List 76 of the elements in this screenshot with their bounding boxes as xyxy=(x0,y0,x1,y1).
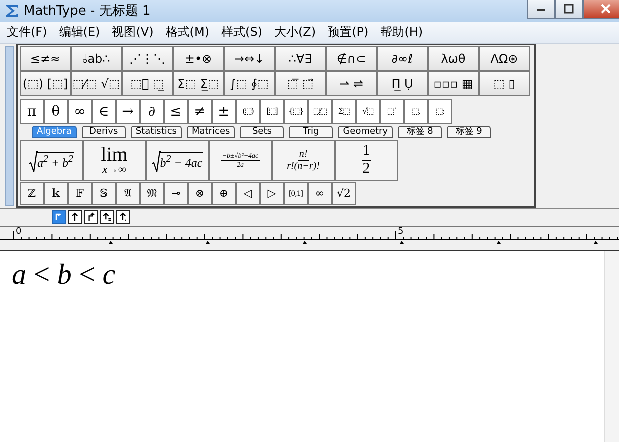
symbol-button[interactable]: ⊗ xyxy=(188,182,212,205)
symbol-button[interactable]: Σ̇⬚ xyxy=(332,99,356,124)
symbol-button[interactable]: ⬚⁄⬚ xyxy=(308,99,332,124)
symbol-button[interactable]: ∈ xyxy=(92,99,116,124)
symbol-palette-button[interactable]: ≤≠≈ xyxy=(20,46,71,71)
equation: a < b < c xyxy=(12,259,116,291)
template-palette-button[interactable]: Π̲ Ụ xyxy=(377,71,428,96)
menu-item[interactable]: 文件(F) xyxy=(3,24,56,41)
palette-tab[interactable]: 标签 8 xyxy=(398,126,442,138)
template-palette-button[interactable]: ▫▫▫ ▦ xyxy=(428,71,479,96)
symbol-palette-button[interactable]: ⫰ab∴ xyxy=(71,46,122,71)
symbol-button[interactable]: √⬚ xyxy=(356,99,380,124)
symbol-button[interactable]: 𝔄 xyxy=(116,182,140,205)
ruler-label: 0 xyxy=(16,227,22,237)
symbol-palette-button[interactable]: ∂∞ℓ xyxy=(377,46,428,71)
symbol-palette-button[interactable]: ∉∩⊂ xyxy=(326,46,377,71)
symbol-button[interactable]: π xyxy=(20,99,44,124)
symbol-button[interactable]: ∞ xyxy=(308,182,332,205)
symbol-button[interactable]: 𝕊 xyxy=(92,182,116,205)
formula-template-button[interactable]: b$^{2}$ − 4ac xyxy=(146,140,209,181)
template-palette-button[interactable]: ⬚⁄⬚ √⬚ xyxy=(71,71,122,96)
formula-template-button[interactable]: a$^{2}$ + b$^{2}$ xyxy=(20,140,83,181)
menu-item[interactable]: 样式(S) xyxy=(218,24,270,41)
template-palette-button[interactable]: ⬚̅ ⬚⃗ xyxy=(275,71,326,96)
menu-item[interactable]: 大小(Z) xyxy=(270,24,324,41)
menu-item[interactable]: 帮助(H) xyxy=(376,24,432,41)
palette-tab[interactable]: Geometry xyxy=(338,126,394,138)
palette-tab[interactable]: Derivs xyxy=(82,126,126,138)
template-palette-button[interactable]: ⬚⃞ ⬚̲ xyxy=(122,71,173,96)
symbol-button[interactable]: → xyxy=(116,99,140,124)
palette-tab[interactable]: Sets xyxy=(240,126,284,138)
symbol-button[interactable]: ≤ xyxy=(164,99,188,124)
symbol-button[interactable]: ℤ xyxy=(20,182,44,205)
template-palette-button[interactable]: (⬚) [⬚] xyxy=(20,71,71,96)
palette-tab[interactable]: Statistics xyxy=(130,126,182,138)
symbol-palette-button[interactable]: ΛΩ⊛ xyxy=(479,46,530,71)
symbol-button[interactable]: 𝕜 xyxy=(44,182,68,205)
symbol-palette-button[interactable]: ±•⊗ xyxy=(173,46,224,71)
template-palette-button[interactable]: ⇀ ⇌ xyxy=(326,71,377,96)
symbol-button[interactable]: (⬚) xyxy=(236,99,260,124)
symbol-palette-button[interactable]: ⋰⋮⋱ xyxy=(122,46,173,71)
symbol-button[interactable]: ≠ xyxy=(188,99,212,124)
symbol-button[interactable]: [⬚] xyxy=(260,99,284,124)
symbol-button[interactable]: ∂ xyxy=(140,99,164,124)
symbol-palette-button[interactable]: ∴∀∃ xyxy=(275,46,326,71)
symbol-button[interactable]: {⬚} xyxy=(284,99,308,124)
symbol-button[interactable]: 𝔽 xyxy=(68,182,92,205)
menu-item[interactable]: 格式(M) xyxy=(162,24,218,41)
formula-template-button[interactable]: n! r!(n−r)! xyxy=(272,140,335,181)
symbol-button[interactable]: ◁ xyxy=(236,182,260,205)
symbol-button[interactable]: θ xyxy=(44,99,68,124)
palette-tab[interactable]: Matrices xyxy=(187,126,236,138)
palette-tab[interactable]: 标签 9 xyxy=(447,126,492,138)
symbol-palette-button[interactable]: →⇔↓ xyxy=(224,46,275,71)
symbol-button[interactable]: 𝔐 xyxy=(140,182,164,205)
symbol-button[interactable]: ± xyxy=(212,99,236,124)
symbol-button[interactable]: √2 xyxy=(332,182,356,205)
symbol-button[interactable]: ⊕ xyxy=(212,182,236,205)
symbol-button[interactable]: ∞ xyxy=(68,99,92,124)
window-title: MathType - 无标题 1 xyxy=(24,3,151,20)
menu-item[interactable]: 视图(V) xyxy=(108,24,162,41)
template-palette-button[interactable]: ⬚ ▯ xyxy=(479,71,530,96)
symbol-button[interactable]: ⬚: xyxy=(428,99,452,124)
symbol-button[interactable]: ⬚˙ xyxy=(380,99,404,124)
symbol-button[interactable]: ⬚. xyxy=(404,99,428,124)
formula-template-button[interactable]: 1 2 xyxy=(335,140,398,181)
menu-item[interactable]: 预置(P) xyxy=(324,24,377,41)
symbol-palette-button[interactable]: λωθ xyxy=(428,46,479,71)
symbol-button[interactable]: ▷ xyxy=(260,182,284,205)
symbol-button[interactable]: ⊸ xyxy=(164,182,188,205)
template-palette-button[interactable]: ∫⬚ ∮⬚ xyxy=(224,71,275,96)
formula-template-button[interactable]: lim x→∞ xyxy=(83,140,146,181)
ruler-label: 5 xyxy=(398,227,404,237)
palette-tab[interactable]: Trig xyxy=(289,126,334,138)
template-palette-button[interactable]: Σ⬚ Σ̲⬚ xyxy=(173,71,224,96)
menu-item[interactable]: 编辑(E) xyxy=(55,24,108,41)
